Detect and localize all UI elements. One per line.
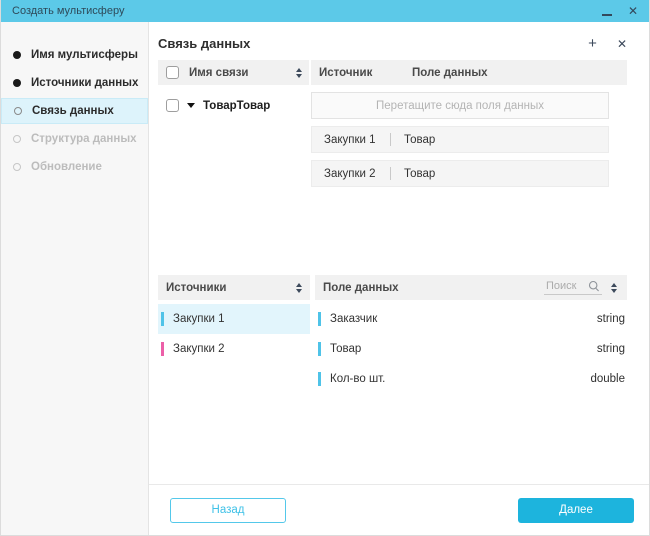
step-data-link[interactable]: Связь данных	[1, 98, 148, 124]
step-label: Связь данных	[32, 105, 114, 117]
window-title: Создать мультисферу	[12, 5, 124, 17]
source-color-bar	[161, 342, 164, 356]
chevron-down-icon[interactable]	[187, 103, 195, 108]
source-row[interactable]: Закупки 1	[158, 304, 310, 334]
step-circle-icon	[13, 163, 21, 171]
chip-field: Товар	[404, 134, 435, 146]
step-label: Структура данных	[31, 133, 137, 145]
source-name: Закупки 2	[173, 343, 225, 355]
field-color-bar	[318, 342, 321, 356]
sources-header: Источники	[158, 275, 310, 300]
step-data-structure: Структура данных	[1, 126, 148, 152]
field-row[interactable]: Заказчик string	[315, 304, 627, 334]
step-label: Обновление	[31, 161, 102, 173]
step-circle-icon	[13, 135, 21, 143]
field-type: double	[590, 373, 625, 385]
fields-list: Заказчик string Товар string Кол-во шт. …	[315, 304, 627, 394]
column-sources: Источники	[166, 282, 296, 294]
remove-link-icon[interactable]: ✕	[617, 38, 627, 50]
dropzone-placeholder: Перетащите сюда поля данных	[376, 100, 544, 112]
column-source: Источник	[311, 67, 404, 79]
wizard-steps-sidebar: Имя мультисферы Источники данных Связь д…	[1, 22, 149, 535]
data-link-panel: Связь данных + ✕ Имя связи Источник Поле…	[149, 22, 649, 535]
source-row[interactable]: Закупки 2	[158, 334, 310, 364]
field-color-bar	[318, 312, 321, 326]
column-fields: Поле данных	[323, 282, 544, 294]
links-table-header: Имя связи Источник Поле данных	[158, 60, 627, 85]
field-name: Заказчик	[330, 313, 597, 325]
field-type: string	[597, 313, 625, 325]
step-done-dot-icon	[13, 79, 21, 87]
field-name: Кол-во шт.	[330, 373, 590, 385]
link-field-chip[interactable]: Закупки 2 Товар	[311, 160, 609, 187]
close-icon[interactable]: ✕	[628, 5, 638, 17]
link-name: ТоварТовар	[203, 100, 270, 112]
next-button[interactable]: Далее	[518, 498, 634, 523]
source-color-bar	[161, 312, 164, 326]
link-row: ТоварТовар Перетащите сюда поля данных З…	[158, 92, 627, 187]
link-checkbox[interactable]	[166, 99, 179, 112]
wizard-footer: Назад Далее	[149, 484, 649, 535]
field-row[interactable]: Кол-во шт. double	[315, 364, 627, 394]
field-dropzone[interactable]: Перетащите сюда поля данных	[311, 92, 609, 119]
select-all-checkbox[interactable]	[166, 66, 179, 79]
create-multisphere-dialog: Создать мультисферу ✕ Имя мультисферы Ис…	[0, 0, 650, 536]
divider	[390, 133, 391, 146]
search-input[interactable]: Поиск	[544, 280, 602, 295]
page-title: Связь данных	[158, 36, 588, 51]
minimize-icon[interactable]	[602, 14, 612, 16]
sources-list: Закупки 1 Закупки 2	[158, 304, 310, 394]
titlebar: Создать мультисферу ✕	[1, 0, 649, 22]
chip-source: Закупки 1	[312, 134, 390, 146]
source-name: Закупки 1	[173, 313, 225, 325]
step-label: Источники данных	[31, 77, 138, 89]
add-link-icon[interactable]: +	[588, 36, 597, 51]
link-field-chip[interactable]: Закупки 1 Товар	[311, 126, 609, 153]
sources-fields-table: Источники Поле данных Поиск	[158, 275, 627, 394]
chip-source: Закупки 2	[312, 168, 390, 180]
field-row[interactable]: Товар string	[315, 334, 627, 364]
search-icon	[588, 280, 600, 292]
field-name: Товар	[330, 343, 597, 355]
chip-field: Товар	[404, 168, 435, 180]
search-placeholder: Поиск	[546, 280, 588, 292]
sort-icon[interactable]	[296, 68, 302, 78]
step-multisphere-name[interactable]: Имя мультисферы	[1, 42, 148, 68]
field-type: string	[597, 343, 625, 355]
step-data-sources[interactable]: Источники данных	[1, 70, 148, 96]
sort-icon[interactable]	[611, 283, 617, 293]
column-data-field: Поле данных	[404, 67, 627, 79]
step-done-dot-icon	[13, 51, 21, 59]
column-link-name: Имя связи	[189, 67, 296, 79]
step-label: Имя мультисферы	[31, 49, 138, 61]
back-button[interactable]: Назад	[170, 498, 286, 523]
step-circle-icon	[14, 107, 22, 115]
sort-icon[interactable]	[296, 283, 302, 293]
field-color-bar	[318, 372, 321, 386]
step-update: Обновление	[1, 154, 148, 180]
divider	[390, 167, 391, 180]
fields-header: Поле данных Поиск	[315, 275, 627, 300]
